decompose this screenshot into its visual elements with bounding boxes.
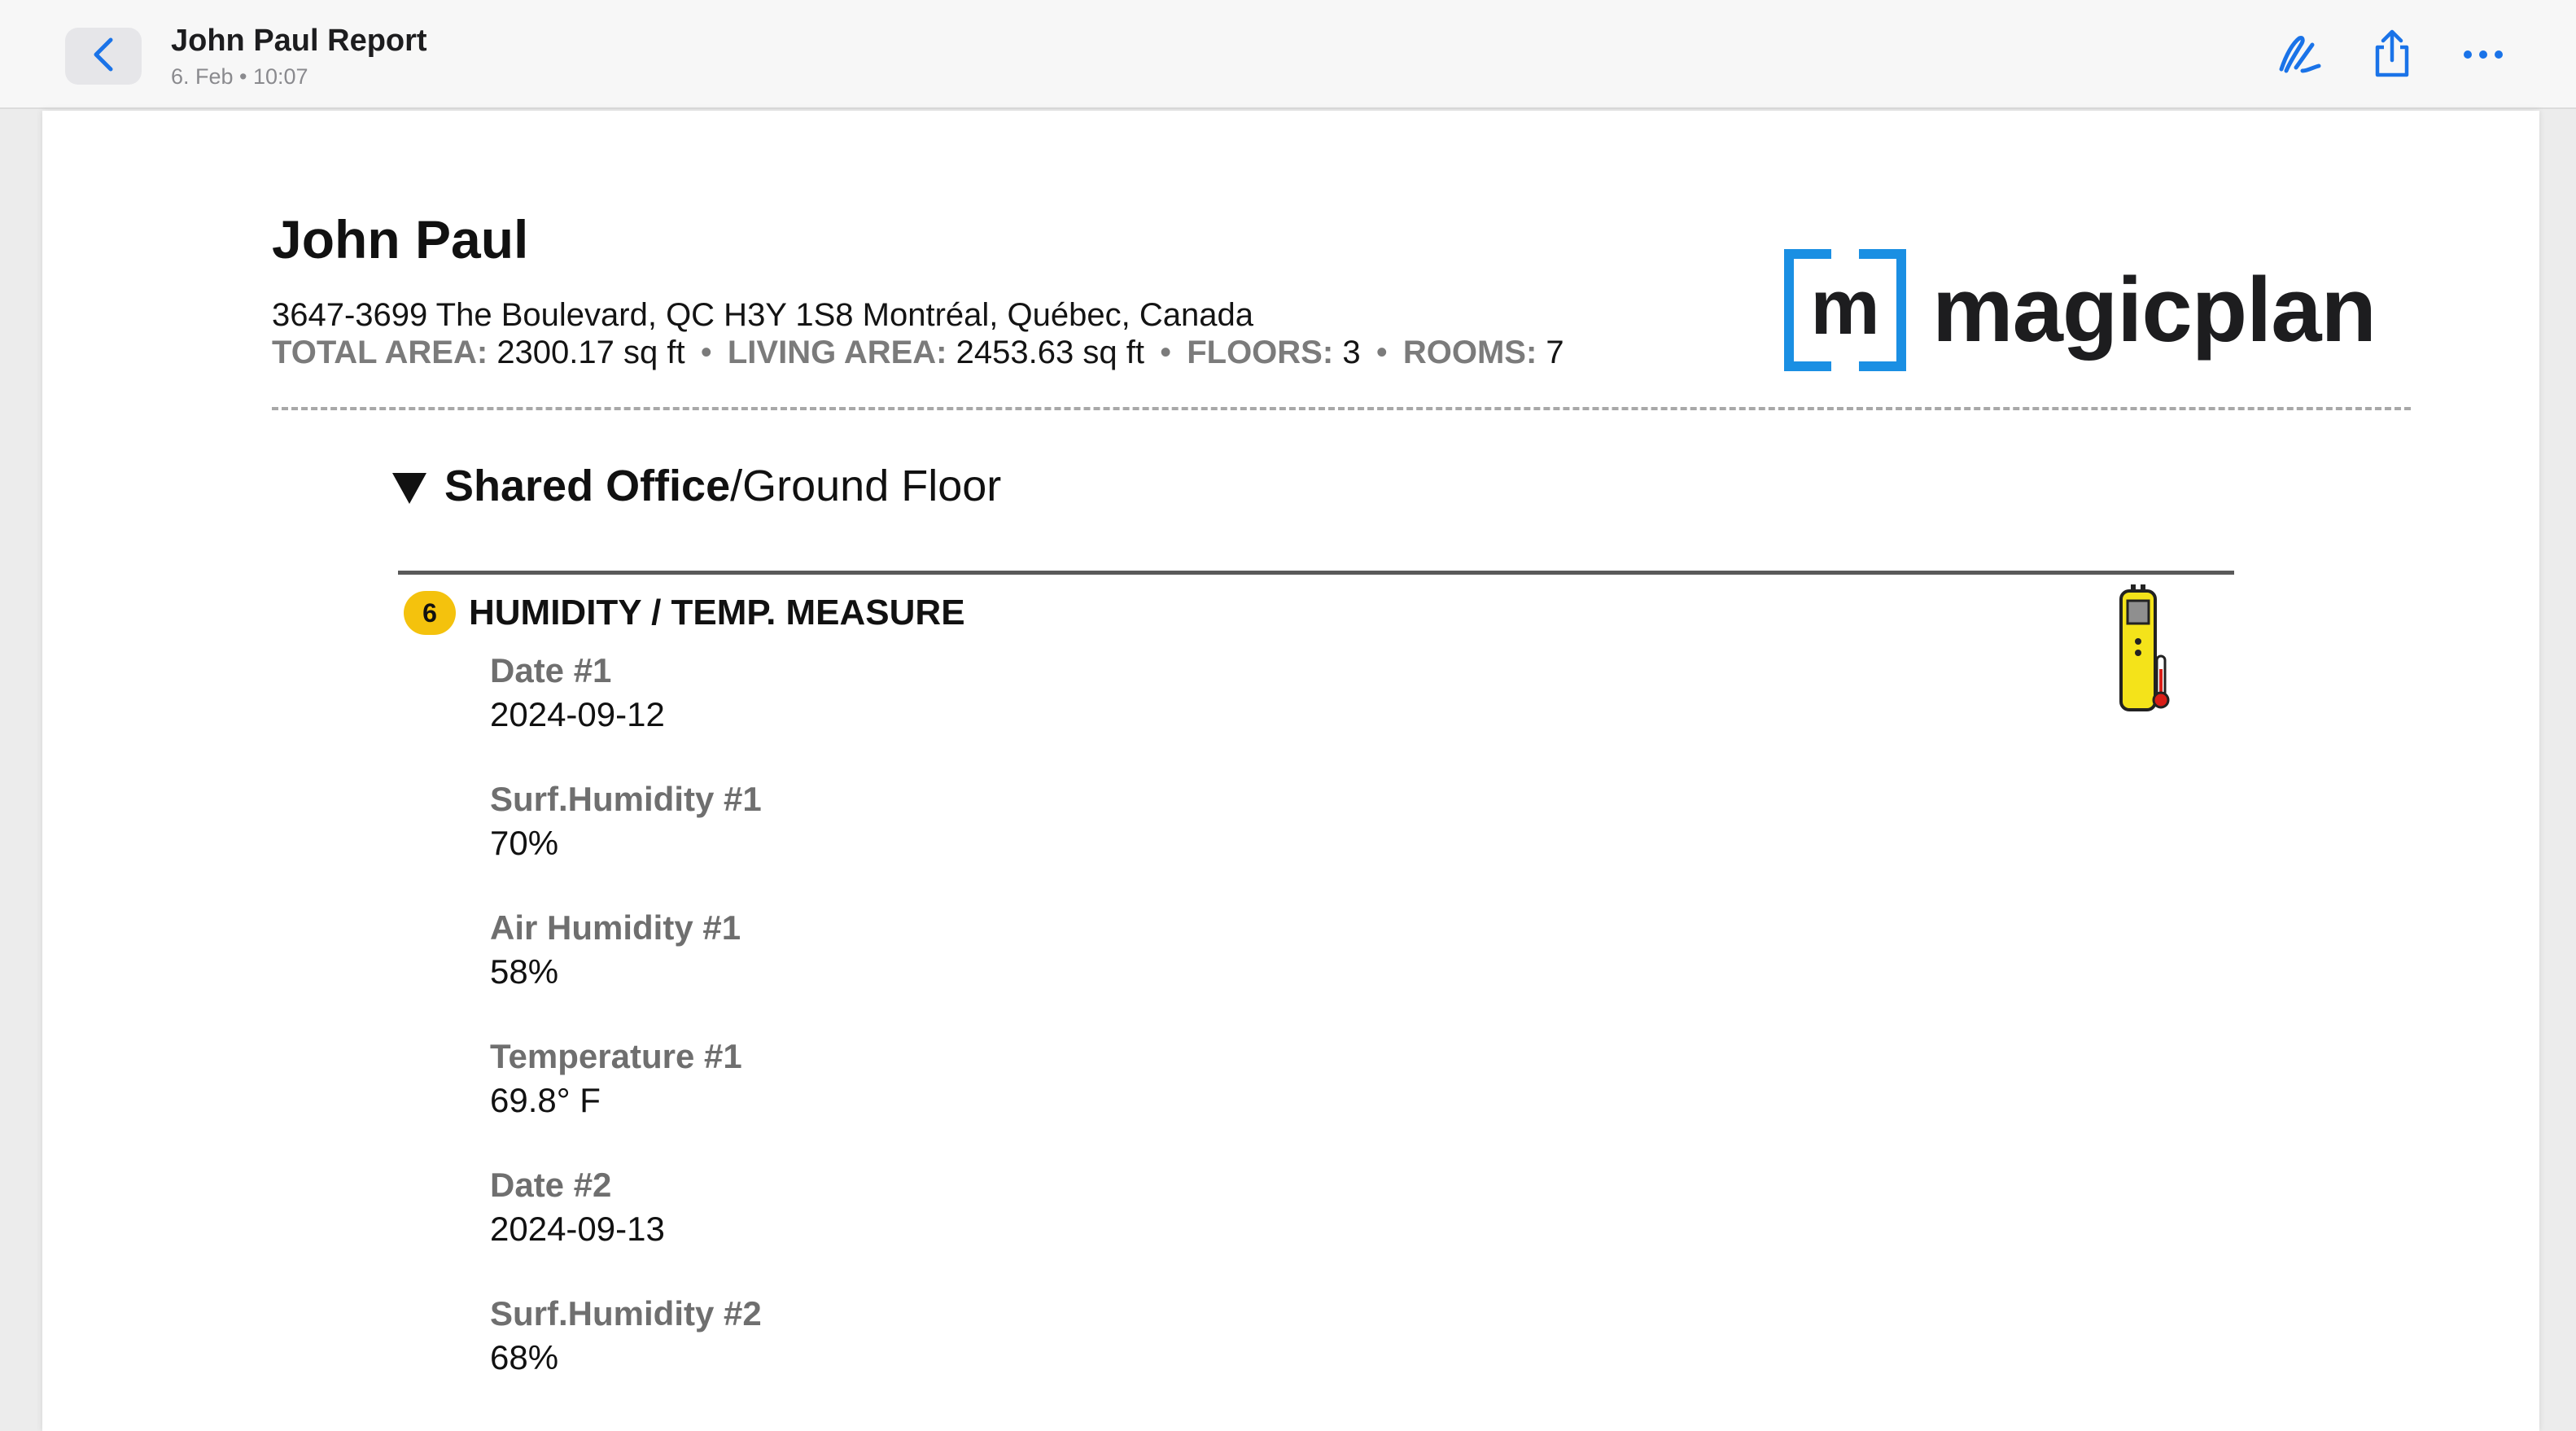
- floor-name: /Ground Floor: [730, 462, 1002, 510]
- magicplan-logo: m magicplan: [1784, 249, 2411, 371]
- field-surf-humidity-1: Surf.Humidity #1 70%: [490, 778, 762, 907]
- top-app-bar: John Paul Report 6. Feb • 10:07: [0, 0, 2576, 109]
- logo-mark-icon: m: [1784, 249, 1906, 371]
- chevron-left-icon: [90, 36, 117, 77]
- stats-separator: •: [700, 335, 712, 370]
- field-label: Date #1: [490, 651, 612, 689]
- annotate-button[interactable]: [2268, 24, 2331, 88]
- field-value: 68%: [490, 1338, 559, 1376]
- field-value: 2024-09-13: [490, 1210, 665, 1248]
- stats-separator: •: [1160, 335, 1172, 370]
- field-air-humidity-1: Air Humidity #1 58%: [490, 907, 762, 1035]
- total-area-value: 2300.17 sq ft: [496, 335, 685, 370]
- pen-markup-icon: [2275, 30, 2324, 83]
- document-title-block: John Paul Report 6. Feb • 10:07: [171, 21, 427, 91]
- header-dashed-divider: [272, 407, 2411, 410]
- humidity-meter-icon: [2116, 583, 2173, 713]
- share-button[interactable]: [2360, 24, 2424, 88]
- rooms-label: ROOMS:: [1402, 335, 1537, 370]
- more-options-button[interactable]: [2451, 24, 2515, 88]
- share-icon: [2371, 29, 2413, 84]
- ellipsis-icon: [2463, 49, 2504, 64]
- living-area-value: 2453.63 sq ft: [956, 335, 1144, 370]
- section-divider: [398, 571, 2234, 575]
- field-label: Surf.Humidity #2: [490, 1294, 762, 1333]
- room-section-heading[interactable]: Shared Office /Ground Floor: [392, 461, 1001, 511]
- total-area-label: TOTAL AREA:: [272, 335, 488, 370]
- field-label: Date #2: [490, 1166, 612, 1204]
- field-value: 69.8° F: [490, 1081, 601, 1119]
- field-label: Temperature #1: [490, 1037, 742, 1075]
- client-name: John Paul: [272, 209, 529, 269]
- back-button[interactable]: [65, 28, 142, 85]
- project-address: 3647-3699 The Boulevard, QC H3Y 1S8 Mont…: [272, 297, 1253, 333]
- field-value: 58%: [490, 952, 559, 991]
- measurement-fields: Date #1 2024-09-12 Surf.Humidity #1 70% …: [490, 650, 762, 1421]
- rooms-value: 7: [1546, 335, 1564, 370]
- project-stats: TOTAL AREA: 2300.17 sq ft • LIVING AREA:…: [272, 334, 1564, 371]
- document-title: John Paul Report: [171, 24, 427, 58]
- item-title: HUMIDITY / TEMP. MEASURE: [469, 593, 965, 632]
- floors-value: 3: [1342, 335, 1361, 370]
- room-name: Shared Office: [444, 462, 731, 510]
- living-area-label: LIVING AREA:: [727, 335, 947, 370]
- field-value: 70%: [490, 824, 559, 862]
- stats-separator: •: [1375, 335, 1388, 370]
- field-surf-humidity-2: Surf.Humidity #2 68%: [490, 1293, 762, 1421]
- field-temperature-1: Temperature #1 69.8° F: [490, 1035, 762, 1164]
- document-timestamp: 6. Feb • 10:07: [171, 64, 308, 89]
- report-page: John Paul 3647-3699 The Boulevard, QC H3…: [42, 111, 2539, 1431]
- collapse-triangle-icon[interactable]: [392, 473, 426, 504]
- field-value: 2024-09-12: [490, 695, 665, 733]
- floors-label: FLOORS:: [1187, 335, 1334, 370]
- logo-text: magicplan: [1932, 259, 2377, 361]
- field-date-2: Date #2 2024-09-13: [490, 1164, 762, 1293]
- field-label: Air Humidity #1: [490, 908, 741, 947]
- item-number-badge: 6: [404, 591, 456, 635]
- logo-mark-letter: m: [1810, 264, 1879, 351]
- field-date-1: Date #1 2024-09-12: [490, 650, 762, 778]
- field-label: Surf.Humidity #1: [490, 780, 762, 818]
- item-heading: 6 HUMIDITY / TEMP. MEASURE: [404, 591, 965, 635]
